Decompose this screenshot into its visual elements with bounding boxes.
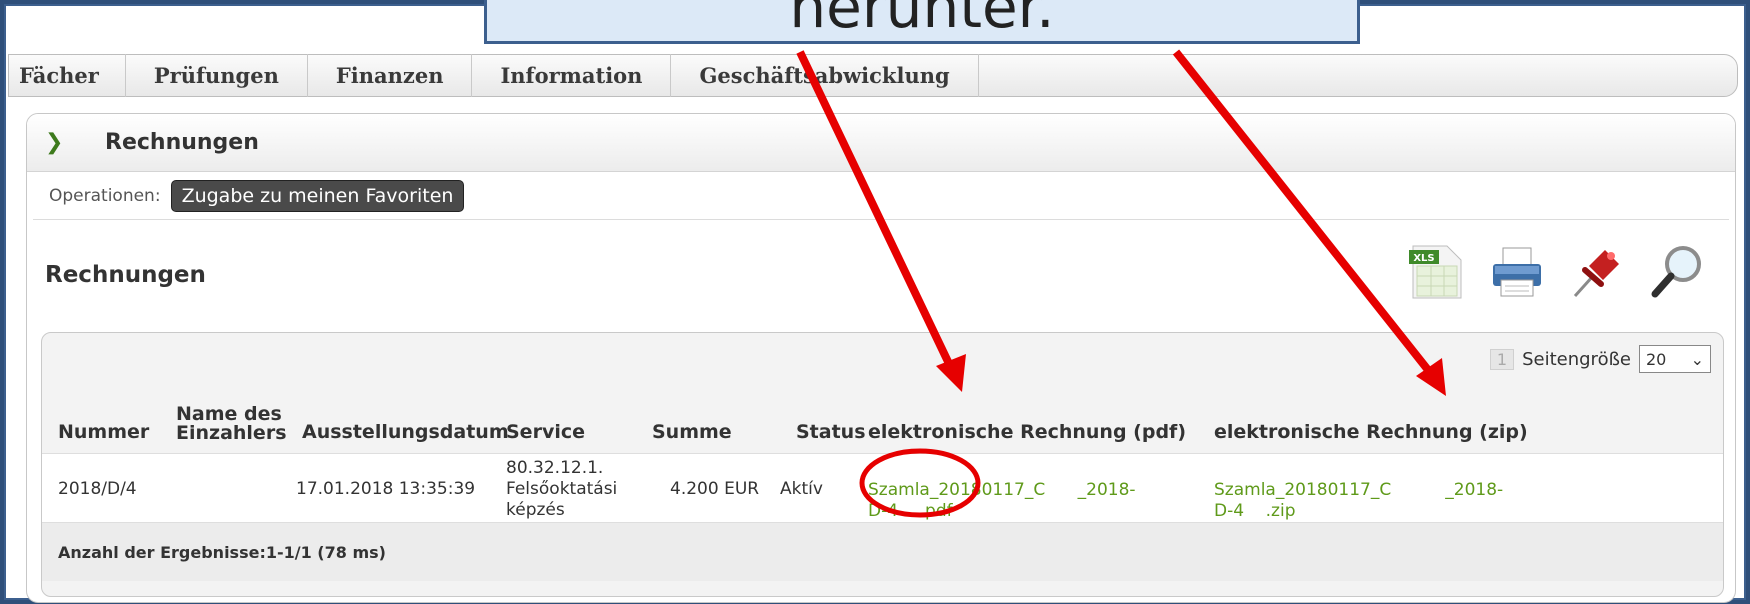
invoice-grid: 1 Seitengröße 20 ⌄ Nummer Name des Einza… [41, 332, 1724, 597]
toolbar-icons: XLS [1407, 242, 1707, 302]
cell-datum: 17.01.2018 13:35:39 [296, 478, 476, 499]
cell-service: 80.32.12.1. Felsőoktatási képzés [506, 454, 617, 524]
col-header-einzahler[interactable]: Name des Einzahlers [176, 393, 287, 451]
add-to-favorites-button[interactable]: Zugabe zu meinen Favoriten [170, 179, 465, 212]
chevron-down-icon: ⌄ [1690, 349, 1704, 369]
pdf-link-line1: Szamla_20180117_C _2018- [868, 480, 1136, 500]
table-header: Nummer Name des Einzahlers Ausstellungsd… [42, 393, 1723, 451]
menu-item-pruefungen[interactable]: Prüfungen [126, 54, 308, 97]
col-header-pdf[interactable]: elektronische Rechnung (pdf) [868, 393, 1186, 451]
chevron-right-icon[interactable]: ❯ [45, 130, 75, 155]
cell-pdf: Szamla_20180117_C _2018- D-4 .pdf [868, 454, 1136, 524]
instruction-callout: herunter. [484, 0, 1360, 44]
table-row: 2018/D/4 17.01.2018 13:35:39 80.32.12.1.… [42, 453, 1723, 523]
cell-nummer: 2018/D/4 [58, 478, 137, 499]
col-header-nummer[interactable]: Nummer [58, 393, 149, 451]
pin-icon[interactable] [1567, 242, 1627, 302]
pager: 1 Seitengröße 20 ⌄ [1489, 345, 1711, 373]
app-frame: Fächer Prüfungen Finanzen Information Ge… [4, 4, 1746, 603]
top-menu-bar: Fächer Prüfungen Finanzen Information Ge… [8, 54, 1738, 97]
cell-zip: Szamla_20180117_C _2018- D-4 .zip [1214, 454, 1503, 524]
col-header-zip[interactable]: elektronische Rechnung (zip) [1214, 393, 1528, 451]
page-size-value: 20 [1646, 349, 1667, 369]
menu-item-finanzen[interactable]: Finanzen [308, 54, 473, 97]
operations-label: Operationen: [49, 185, 161, 206]
results-footer: Anzahl der Ergebnisse:1-1/1 (78 ms) [42, 523, 1723, 581]
zip-link-line2: D-4 .zip [1214, 501, 1296, 521]
print-icon[interactable] [1487, 242, 1547, 302]
menu-item-information[interactable]: Information [472, 54, 672, 97]
zip-invoice-link[interactable]: Szamla_20180117_C _2018- D-4 .zip [1214, 480, 1503, 522]
cell-summe: 4.200 EUR [670, 478, 760, 499]
menu-item-geschaeftsabwicklung[interactable]: Geschäftsabwicklung [671, 54, 979, 97]
page-size-select[interactable]: 20 ⌄ [1639, 345, 1711, 373]
col-header-status[interactable]: Status [796, 393, 866, 451]
xls-label: XLS [1413, 253, 1434, 264]
callout-text: herunter. [789, 0, 1055, 41]
col-header-datum[interactable]: Ausstellungsdatum [302, 393, 509, 451]
pdf-link-line2: D-4 .pdf [868, 501, 953, 521]
panel-header: ❯ Rechnungen [27, 114, 1735, 172]
col-header-einzahler-line2: Einzahlers [176, 422, 287, 444]
col-header-service[interactable]: Service [506, 393, 585, 451]
cell-service-line1: 80.32.12.1. [506, 457, 604, 478]
pdf-invoice-link[interactable]: Szamla_20180117_C _2018- D-4 .pdf [868, 480, 1136, 522]
panel-title: Rechnungen [105, 130, 259, 155]
operations-bar: Operationen: Zugabe zu meinen Favoriten [33, 172, 1729, 220]
page-size-label: Seitengröße [1522, 348, 1631, 370]
cell-service-line3: képzés [506, 499, 565, 520]
xls-export-icon[interactable]: XLS [1407, 242, 1467, 302]
cell-status: Aktív [780, 478, 823, 499]
col-header-summe[interactable]: Summe [652, 393, 732, 451]
section-title: Rechnungen [45, 262, 206, 288]
search-icon[interactable] [1647, 242, 1707, 302]
menu-item-faecher[interactable]: Fächer [9, 54, 126, 97]
invoices-panel: ❯ Rechnungen Operationen: Zugabe zu mein… [26, 113, 1736, 603]
cell-service-line2: Felsőoktatási [506, 478, 618, 499]
page-number[interactable]: 1 [1489, 348, 1515, 370]
zip-link-line1: Szamla_20180117_C _2018- [1214, 480, 1504, 500]
